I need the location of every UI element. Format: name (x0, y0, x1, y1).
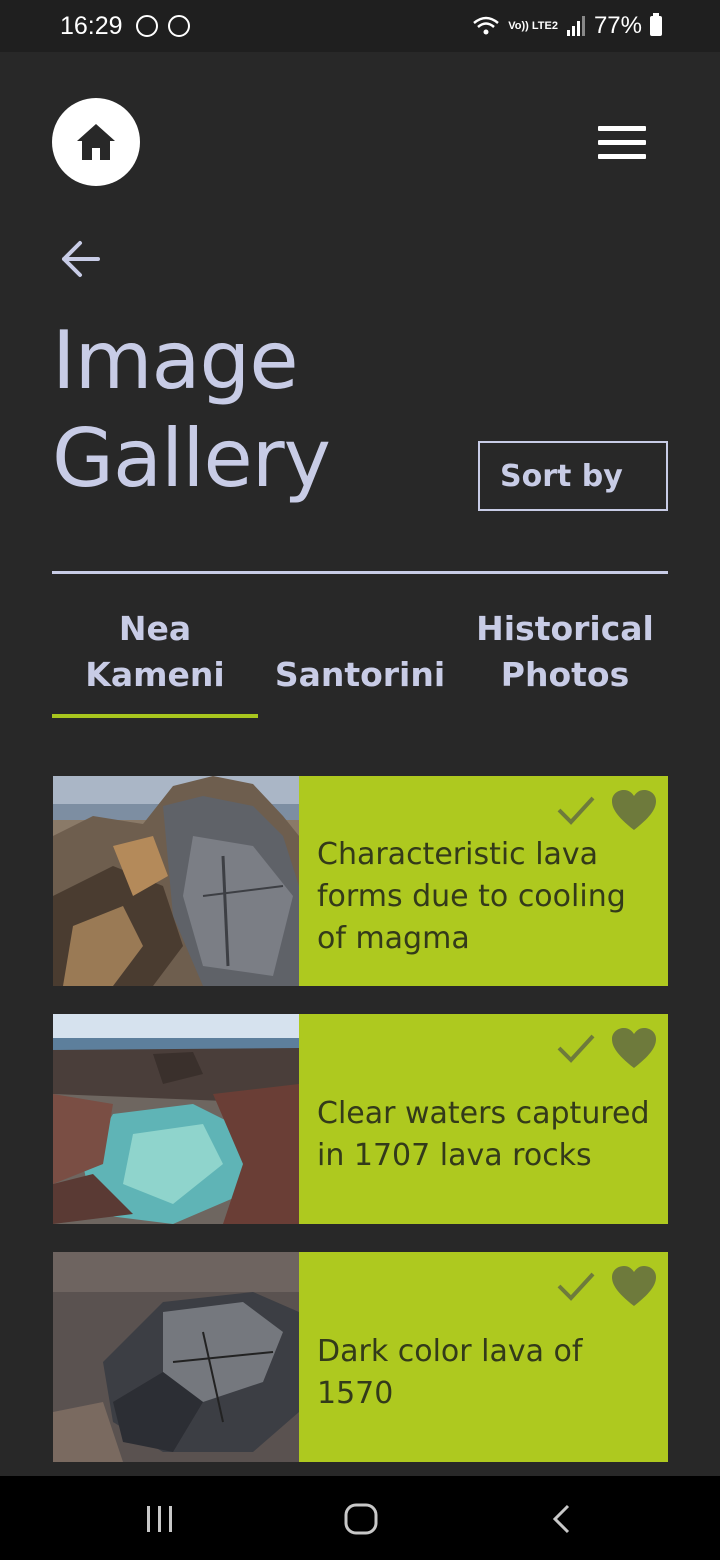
tab-nea-kameni[interactable]: Nea Kameni (52, 606, 258, 718)
tab-label: Santorini (274, 655, 446, 694)
tab-santorini[interactable]: Santorini (258, 606, 462, 718)
viber-icon (136, 15, 158, 37)
home-nav-icon[interactable] (344, 1502, 378, 1536)
gallery-photo[interactable] (53, 1252, 299, 1462)
gallery-card[interactable]: Clear waters captured in 1707 lava rocks (53, 1014, 668, 1224)
battery-percent: 77% (593, 12, 642, 39)
active-tab-indicator (52, 714, 258, 718)
card-body: Dark color lava of 1570 (299, 1252, 668, 1462)
page-title: Image Gallery (52, 314, 331, 505)
card-caption: Characteristic lava forms due to cooling… (317, 837, 626, 956)
status-bar: 16:29 Vo)) LTE2 77% (0, 0, 720, 52)
menu-line (598, 154, 646, 159)
menu-line (598, 140, 646, 145)
gallery-photo[interactable] (53, 776, 299, 986)
back-nav-icon[interactable] (550, 1503, 574, 1535)
tab-label: Historical Photos (476, 609, 654, 694)
aperture-icon (168, 15, 190, 37)
tab-historical-photos[interactable]: Historical Photos (462, 606, 668, 718)
tab-label: Nea Kameni (85, 609, 225, 694)
gallery-card[interactable]: Characteristic lava forms due to cooling… (53, 776, 668, 986)
gallery-photo[interactable] (53, 1014, 299, 1224)
home-icon (77, 124, 115, 160)
card-caption: Clear waters captured in 1707 lava rocks (317, 1096, 650, 1173)
battery-icon (650, 13, 662, 36)
sort-by-label: Sort by (500, 458, 623, 494)
menu-line (598, 126, 646, 131)
hamburger-menu-button[interactable] (598, 126, 648, 162)
card-caption: Dark color lava of 1570 (317, 1334, 583, 1411)
card-body: Clear waters captured in 1707 lava rocks (299, 1014, 668, 1224)
back-arrow-icon[interactable] (56, 236, 106, 282)
gallery-tabs: Nea Kameni Santorini Historical Photos (52, 606, 668, 718)
card-body: Characteristic lava forms due to cooling… (299, 776, 668, 986)
status-time: 16:29 (60, 12, 123, 40)
home-button[interactable] (52, 98, 140, 186)
wifi-icon (473, 16, 500, 35)
gallery-card[interactable]: Dark color lava of 1570 (53, 1252, 668, 1462)
sort-by-button[interactable]: Sort by (478, 441, 668, 511)
network-label: Vo)) LTE2 (508, 19, 558, 32)
status-indicators: Vo)) LTE2 77% (472, 12, 662, 40)
signal-icon (566, 16, 585, 36)
recent-apps-icon[interactable] (144, 1504, 176, 1534)
title-divider (52, 571, 668, 574)
system-nav-bar (0, 1476, 720, 1560)
